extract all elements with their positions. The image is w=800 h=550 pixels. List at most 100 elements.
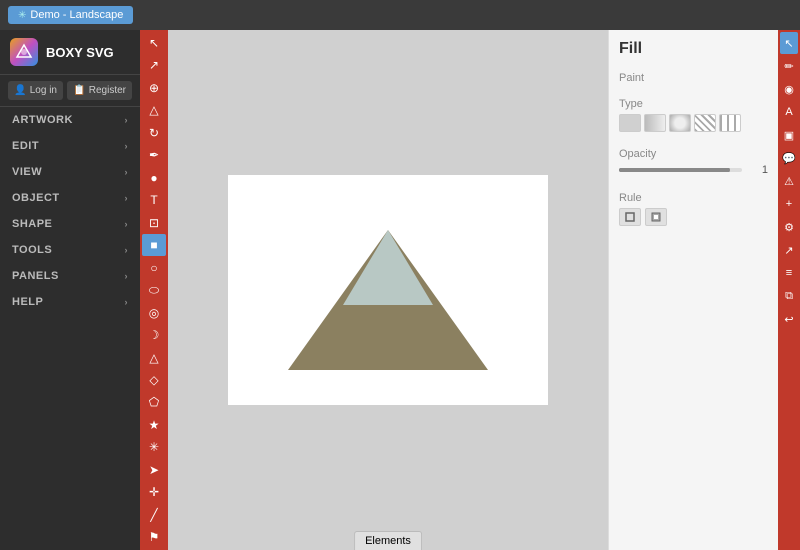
demo-tab-label: Demo - Landscape (30, 9, 123, 21)
register-icon: 📋 (73, 85, 85, 96)
right-strip: ↖✏◉A▣💬⚠+⚙↗≡⧉↩ (778, 30, 800, 550)
menu-label-artwork: ARTWORK (12, 114, 73, 126)
fill-panel: Fill Paint Type Opacity 1 R (608, 30, 778, 550)
chevron-icon: › (125, 297, 129, 307)
opacity-label: Opacity (619, 148, 768, 160)
chevron-icon: › (125, 219, 129, 229)
menu-items: ARTWORK›EDIT›VIEW›OBJECT›SHAPE›TOOLS›PAN… (0, 107, 140, 315)
rule-section: Rule (619, 192, 768, 226)
right-tool-pen-r[interactable]: ✏ (780, 55, 798, 77)
menu-label-object: OBJECT (12, 192, 60, 204)
tool-arrow[interactable]: ➤ (142, 459, 166, 480)
right-tool-warning-r[interactable]: ⚠ (780, 170, 798, 192)
menu-item-tools[interactable]: TOOLS› (0, 237, 140, 263)
type-solid[interactable] (619, 114, 641, 132)
menu-item-view[interactable]: VIEW › (0, 159, 140, 185)
rule-row (619, 208, 768, 226)
menu-item-help[interactable]: HELP › (0, 289, 140, 315)
tool-crop[interactable]: ⊡ (142, 212, 166, 233)
paint-section: Paint (619, 72, 768, 88)
right-tool-comment-r[interactable]: 💬 (780, 147, 798, 169)
tool-triangle[interactable]: △ (142, 347, 166, 368)
right-tool-text-r[interactable]: A (780, 101, 798, 123)
chevron-icon: › (125, 245, 129, 255)
left-sidebar: BOXY SVG 👤 Log in 📋 Register ARTWORK›EDI… (0, 30, 140, 550)
chevron-icon: › (125, 271, 129, 281)
tool-cursor[interactable]: ↖ (142, 32, 166, 53)
elements-tab-bar: Elements (354, 531, 422, 550)
right-tool-select-r[interactable]: ↖ (780, 32, 798, 54)
tool-pentagon[interactable]: ⬠ (142, 392, 166, 413)
type-stripe[interactable] (694, 114, 716, 132)
rule-label: Rule (619, 192, 768, 204)
main-layout: BOXY SVG 👤 Log in 📋 Register ARTWORK›EDI… (0, 30, 800, 550)
rule-btn-2[interactable] (645, 208, 667, 226)
type-linear[interactable] (644, 114, 666, 132)
paint-label: Paint (619, 72, 768, 84)
menu-item-edit[interactable]: EDIT › (0, 133, 140, 159)
opacity-value: 1 (748, 164, 768, 176)
type-pattern[interactable] (719, 114, 741, 132)
type-radial[interactable] (669, 114, 691, 132)
menu-item-panels[interactable]: PANELS › (0, 263, 140, 289)
tool-pen[interactable]: ✒ (142, 144, 166, 165)
demo-tab[interactable]: ✳ Demo - Landscape (8, 6, 133, 24)
tool-line[interactable]: ╱ (142, 504, 166, 525)
tool-zoom-in[interactable]: △ (142, 99, 166, 120)
opacity-row: 1 (619, 164, 768, 176)
menu-label-view: VIEW (12, 166, 42, 178)
tool-asterisk[interactable]: ✳ (142, 437, 166, 458)
tool-diamond[interactable]: ◇ (142, 369, 166, 390)
right-tool-rect-r[interactable]: ▣ (780, 124, 798, 146)
menu-label-edit: EDIT (12, 140, 39, 152)
tool-text[interactable]: T (142, 189, 166, 210)
tools-panel: ↖↗⊕△↻✒●T⊡■○⬭◎☽△◇⬠★✳➤✛╱⚑ (140, 30, 168, 550)
right-tool-export-r[interactable]: ↗ (780, 239, 798, 261)
rule-btn-1[interactable] (619, 208, 641, 226)
tool-target[interactable]: ◎ (142, 302, 166, 323)
opacity-slider[interactable] (619, 168, 742, 172)
canvas-white[interactable] (228, 175, 548, 405)
right-tool-undo-r[interactable]: ↩ (780, 308, 798, 330)
type-row (619, 114, 768, 132)
tool-rotate[interactable]: ↻ (142, 122, 166, 143)
canvas-svg (228, 175, 548, 405)
login-icon: 👤 (14, 85, 26, 96)
topbar: ✳ Demo - Landscape (0, 0, 800, 30)
register-button[interactable]: 📋 Register (67, 81, 132, 100)
tool-ellipse[interactable]: ⬭ (142, 279, 166, 300)
tool-star[interactable]: ★ (142, 414, 166, 435)
tool-pencil[interactable]: ● (142, 167, 166, 188)
chevron-icon: › (125, 141, 129, 151)
type-label: Type (619, 98, 768, 110)
tool-rect[interactable]: ■ (142, 234, 166, 255)
menu-label-panels: PANELS (12, 270, 59, 282)
chevron-icon: › (125, 167, 129, 177)
tool-flag[interactable]: ⚑ (142, 527, 166, 548)
menu-label-shape: SHAPE (12, 218, 52, 230)
chevron-icon: › (125, 115, 129, 125)
tool-pan[interactable]: ⊕ (142, 77, 166, 98)
app-title: BOXY SVG (46, 45, 114, 60)
elements-tab[interactable]: Elements (354, 531, 422, 550)
right-tool-node-r[interactable]: ◉ (780, 78, 798, 100)
chevron-icon: › (125, 193, 129, 203)
menu-item-object[interactable]: OBJECT › (0, 185, 140, 211)
menu-item-artwork[interactable]: ARTWORK › (0, 107, 140, 133)
menu-label-help: HELP (12, 296, 43, 308)
login-button[interactable]: 👤 Log in (8, 81, 63, 100)
fill-panel-title: Fill (619, 40, 768, 58)
app-logo-icon (10, 38, 38, 66)
opacity-section: Opacity 1 (619, 148, 768, 182)
menu-item-shape[interactable]: SHAPE › (0, 211, 140, 237)
tool-crescent[interactable]: ☽ (142, 324, 166, 345)
tool-circle[interactable]: ○ (142, 257, 166, 278)
right-tool-gear-r[interactable]: ⚙ (780, 216, 798, 238)
right-tool-grid-r[interactable]: ≡ (780, 262, 798, 284)
right-tool-layers-r[interactable]: ⧉ (780, 285, 798, 307)
tool-select[interactable]: ↗ (142, 54, 166, 75)
right-tool-add-r[interactable]: + (780, 193, 798, 215)
tool-cross[interactable]: ✛ (142, 482, 166, 503)
canvas-area: Elements (168, 30, 608, 550)
auth-buttons: 👤 Log in 📋 Register (0, 75, 140, 107)
